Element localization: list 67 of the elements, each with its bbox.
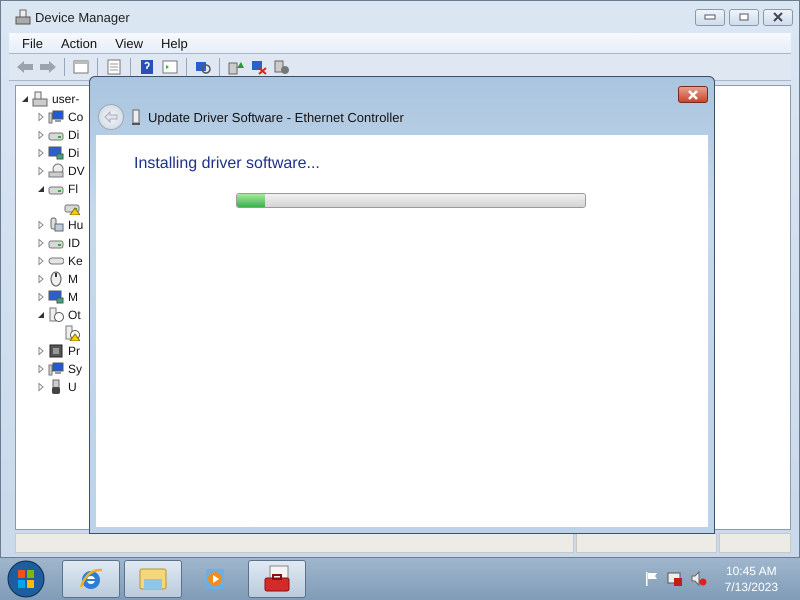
tree-item[interactable]: Sy [68, 362, 82, 376]
tree-item[interactable]: Fl [68, 182, 78, 196]
menu-item[interactable]: Help [154, 36, 195, 50]
expand-icon[interactable] [36, 148, 46, 158]
tree-item[interactable]: U [68, 380, 77, 394]
expand-icon[interactable] [36, 382, 46, 392]
start-button[interactable] [6, 559, 46, 599]
device-icon [48, 289, 64, 305]
expand-icon[interactable] [36, 292, 46, 302]
tree-item[interactable]: DV [68, 164, 85, 178]
speaker-icon[interactable] [690, 571, 707, 587]
maximize-icon [739, 13, 749, 21]
device-icon [48, 109, 64, 125]
tree-item[interactable]: Ke [68, 254, 83, 268]
close-button[interactable] [678, 86, 708, 103]
device-manager-icon [15, 9, 31, 25]
status-bar-section [719, 533, 791, 553]
taskbar-app-button[interactable] [62, 560, 120, 598]
expand-icon[interactable] [36, 274, 46, 284]
tree-item[interactable]: Hu [68, 218, 84, 232]
device-icon [48, 217, 64, 233]
device-icon [48, 307, 64, 323]
menu-item[interactable]: View [108, 36, 150, 50]
expand-icon[interactable] [36, 346, 46, 356]
device-icon [48, 145, 64, 161]
collapse-icon[interactable] [20, 94, 30, 104]
back-arrow-icon [104, 111, 118, 123]
dialog-title: Update Driver Software - Ethernet Controller [148, 110, 404, 124]
collapse-icon[interactable] [36, 184, 46, 194]
close-button[interactable] [763, 8, 793, 26]
close-icon [686, 90, 700, 100]
network-icon[interactable] [666, 571, 683, 587]
tree-item[interactable]: Pr [68, 344, 80, 358]
maximize-button[interactable] [729, 8, 759, 26]
close-icon [772, 12, 784, 22]
tree-item[interactable]: Ot [68, 308, 81, 322]
tree-item[interactable]: Di [68, 128, 80, 142]
toolbox-icon [262, 564, 292, 594]
device-icon [48, 163, 64, 179]
tree-item[interactable]: M [68, 290, 78, 304]
menu-item[interactable]: File [15, 36, 50, 50]
device-icon [48, 343, 64, 359]
expand-icon[interactable] [36, 220, 46, 230]
expand-icon[interactable] [36, 364, 46, 374]
tree-item[interactable]: M [68, 272, 78, 286]
device-icon [48, 271, 64, 287]
expand-icon[interactable] [36, 256, 46, 266]
tree-item[interactable]: ID [68, 236, 80, 250]
expand-icon[interactable] [36, 130, 46, 140]
collapse-icon[interactable] [36, 310, 46, 320]
status-heading: Installing driver software... [134, 155, 321, 173]
device-icon [48, 361, 64, 377]
computer-icon [32, 91, 48, 107]
tree-item[interactable]: user- [52, 92, 80, 106]
tree-item[interactable]: Co [68, 110, 84, 124]
network-adapter-icon [132, 109, 140, 125]
minimize-icon [704, 14, 716, 20]
expand-icon[interactable] [36, 112, 46, 122]
minimize-button[interactable] [695, 8, 725, 26]
taskbar-app-button[interactable] [124, 560, 182, 598]
taskbar-app-button[interactable] [248, 560, 306, 598]
window-title: Device Manager [35, 10, 131, 24]
flag-icon[interactable] [644, 571, 659, 587]
tree-item[interactable]: Di [68, 146, 80, 160]
expand-icon[interactable] [36, 166, 46, 176]
expand-icon[interactable] [36, 238, 46, 248]
menu-item[interactable]: Action [54, 36, 104, 50]
